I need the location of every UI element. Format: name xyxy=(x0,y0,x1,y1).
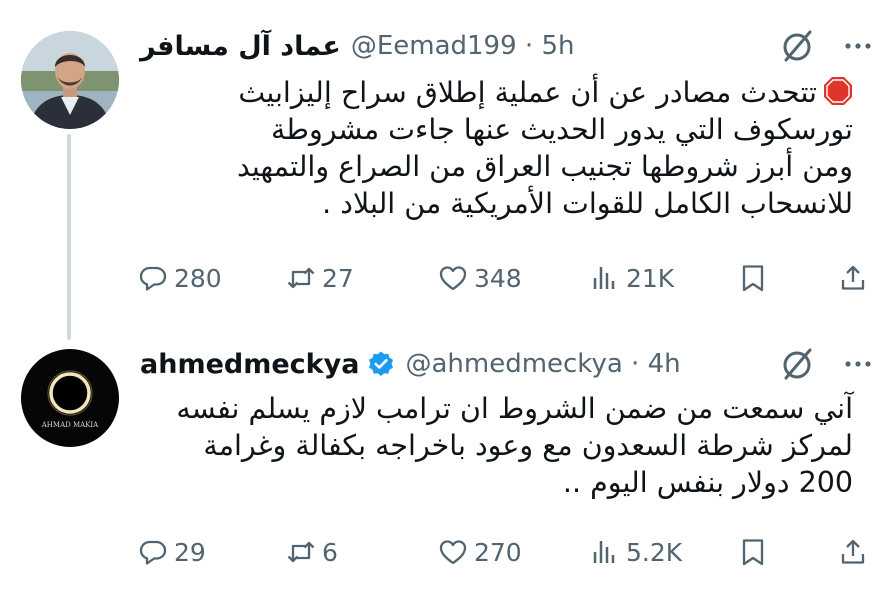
views-button[interactable]: 5.2K xyxy=(590,532,682,572)
reply-icon xyxy=(139,540,167,565)
reply-button[interactable]: 29 xyxy=(138,532,206,572)
tweet-line-3: 200 دولار بنفس اليوم .. xyxy=(562,466,853,499)
heart-icon xyxy=(439,266,467,291)
person-photo-avatar xyxy=(21,31,119,129)
bookmark-button[interactable] xyxy=(738,258,768,298)
repost-count: 6 xyxy=(322,537,338,567)
bookmark-button[interactable] xyxy=(738,532,768,572)
tweet-line-4: للانسحاب الكامل للقوات الأمريكية من البل… xyxy=(322,187,853,220)
repost-icon xyxy=(287,541,315,563)
timestamp: 5h xyxy=(541,31,575,61)
tweet-line-2: تورسكوف التي يدور الحديث عنها جاءت مشروط… xyxy=(270,113,853,146)
display-name[interactable]: ahmedmeckya xyxy=(140,349,359,380)
handle-text: @Eemad199 xyxy=(350,31,517,61)
tweet-actions: 280 27 348 21K xyxy=(138,258,873,298)
repost-icon xyxy=(287,267,315,289)
tweet-text: آني سمعت من ضمن الشروط ان ترامب لازم يسل… xyxy=(153,390,853,501)
views-button[interactable]: 21K xyxy=(590,258,674,298)
tweet-text: تتحدث مصادر عن أن عملية إطلاق سراح إليزا… xyxy=(153,74,853,222)
handle-text: @ahmedmeckya xyxy=(405,349,623,379)
share-button[interactable] xyxy=(838,532,868,572)
like-count: 270 xyxy=(474,537,522,567)
tweet-header-actions xyxy=(777,344,873,384)
share-icon xyxy=(841,265,865,290)
verified-badge-icon xyxy=(369,351,394,376)
separator-dot: · xyxy=(524,31,534,61)
share-icon xyxy=(841,539,865,564)
views-chart-icon xyxy=(593,541,615,563)
views-count: 5.2K xyxy=(626,537,683,567)
handle[interactable]: @ahmedmeckya · 4h xyxy=(405,349,680,379)
tweet-1[interactable]: عماد آل مسافر @Eemad199 · 5h تتحدث مصادر… xyxy=(0,0,893,330)
like-button[interactable]: 348 xyxy=(438,258,522,298)
like-button[interactable]: 270 xyxy=(438,532,522,572)
repost-count: 27 xyxy=(322,263,354,293)
tweet-line-1: تتحدث مصادر عن أن عملية إطلاق سراح إليزا… xyxy=(153,74,853,111)
more-options-icon[interactable] xyxy=(843,31,873,61)
tweet-line-3: ومن أبرز شروطها تجنيب العراق من الصراع و… xyxy=(236,150,853,183)
reply-button[interactable]: 280 xyxy=(138,258,222,298)
reply-count: 29 xyxy=(174,537,206,567)
tweet-line-1: آني سمعت من ضمن الشروط ان ترامب لازم يسل… xyxy=(176,392,853,425)
like-count: 348 xyxy=(474,263,522,293)
timestamp: 4h xyxy=(647,349,681,379)
bookmark-icon xyxy=(742,539,764,566)
share-button[interactable] xyxy=(838,258,868,298)
repost-button[interactable]: 27 xyxy=(286,258,354,298)
reply-count: 280 xyxy=(174,263,222,293)
tweet-line-2: لمركز شرطة السعدون مع وعود باخراجه بكفال… xyxy=(203,429,853,462)
separator-dot: · xyxy=(631,349,640,379)
more-options-icon[interactable] xyxy=(843,349,873,379)
tweet-line-1-text: تتحدث مصادر عن أن عملية إطلاق سراح إليزا… xyxy=(238,76,817,109)
reply-icon xyxy=(139,266,167,291)
avatar-caption: AHMAD MAKIA xyxy=(41,421,99,429)
tweet-header: ahmedmeckya @ahmedmeckya · 4h xyxy=(140,344,681,384)
avatar[interactable]: AHMAD MAKIA xyxy=(21,349,119,447)
display-name[interactable]: عماد آل مسافر xyxy=(140,31,341,62)
stop-sign-icon xyxy=(824,77,852,105)
avatar[interactable] xyxy=(21,31,119,129)
views-count: 21K xyxy=(626,263,675,293)
eclipse-avatar: AHMAD MAKIA xyxy=(21,349,119,447)
views-chart-icon xyxy=(593,267,615,289)
grok-icon[interactable] xyxy=(777,26,817,66)
tweet-2[interactable]: AHMAD MAKIA ahmedmeckya @ahmedmeckya · 4… xyxy=(0,330,893,600)
repost-button[interactable]: 6 xyxy=(286,532,338,572)
tweet-header: عماد آل مسافر @Eemad199 · 5h xyxy=(140,26,574,66)
bookmark-icon xyxy=(742,265,764,292)
heart-icon xyxy=(439,540,467,565)
grok-icon[interactable] xyxy=(777,344,817,384)
tweet-actions: 29 6 270 5.2K xyxy=(138,532,873,572)
tweet-header-actions xyxy=(777,26,873,66)
handle[interactable]: @Eemad199 · 5h xyxy=(351,31,575,61)
